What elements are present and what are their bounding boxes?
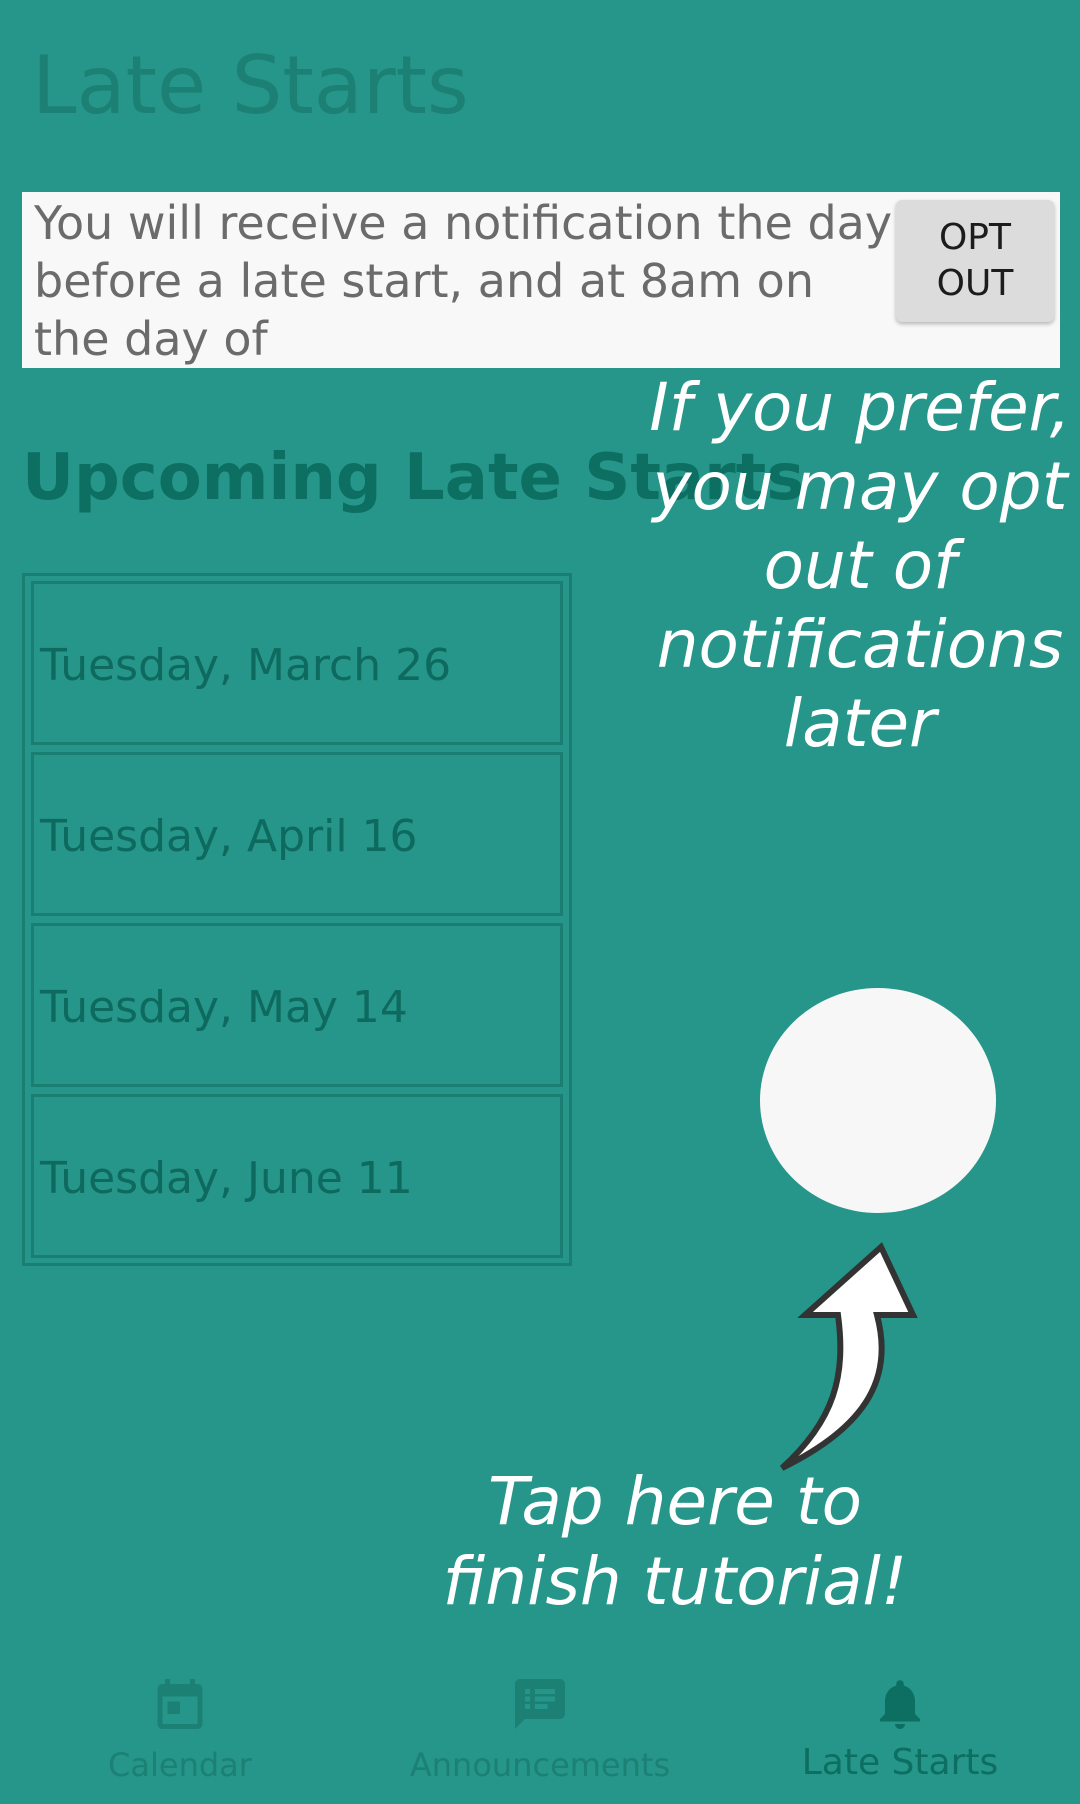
table-row: Tuesday, March 26 <box>31 581 563 745</box>
finish-tutorial-target[interactable] <box>760 988 996 1213</box>
bottom-navigation: Calendar Announcements Late Starts <box>0 1660 1080 1804</box>
late-start-date: Tuesday, May 14 <box>40 982 408 1033</box>
late-start-date: Tuesday, June 11 <box>40 1153 413 1204</box>
notification-notice-card: You will receive a notification the day … <box>22 192 1060 368</box>
calendar-icon <box>157 1679 203 1729</box>
late-start-date: Tuesday, March 26 <box>40 640 452 691</box>
nav-item-calendar[interactable]: Calendar <box>0 1660 360 1804</box>
bell-icon <box>880 1680 920 1729</box>
curved-arrow-icon <box>779 1242 918 1471</box>
tutorial-hint-opt-out: If you prefer, you may opt out of notifi… <box>649 369 1071 762</box>
late-starts-table: Tuesday, March 26 Tuesday, April 16 Tues… <box>22 573 572 1266</box>
nav-label-announcements: Announcements <box>409 1746 671 1784</box>
announcements-icon <box>515 1679 565 1729</box>
nav-label-late-starts: Late Starts <box>801 1742 999 1783</box>
opt-out-button[interactable]: OPT OUT <box>896 200 1054 322</box>
table-row: Tuesday, May 14 <box>31 923 563 1087</box>
tutorial-hint-finish: Tap here to finish tutorial! <box>442 1463 908 1620</box>
nav-item-announcements[interactable]: Announcements <box>360 1660 720 1804</box>
page-title: Late Starts <box>32 39 469 132</box>
table-row: Tuesday, April 16 <box>31 752 563 916</box>
notification-notice-text: You will receive a notification the day … <box>34 196 893 366</box>
table-row: Tuesday, June 11 <box>31 1094 563 1258</box>
nav-item-late-starts[interactable]: Late Starts <box>720 1660 1080 1804</box>
late-start-date: Tuesday, April 16 <box>40 811 418 862</box>
nav-label-calendar: Calendar <box>108 1746 252 1784</box>
